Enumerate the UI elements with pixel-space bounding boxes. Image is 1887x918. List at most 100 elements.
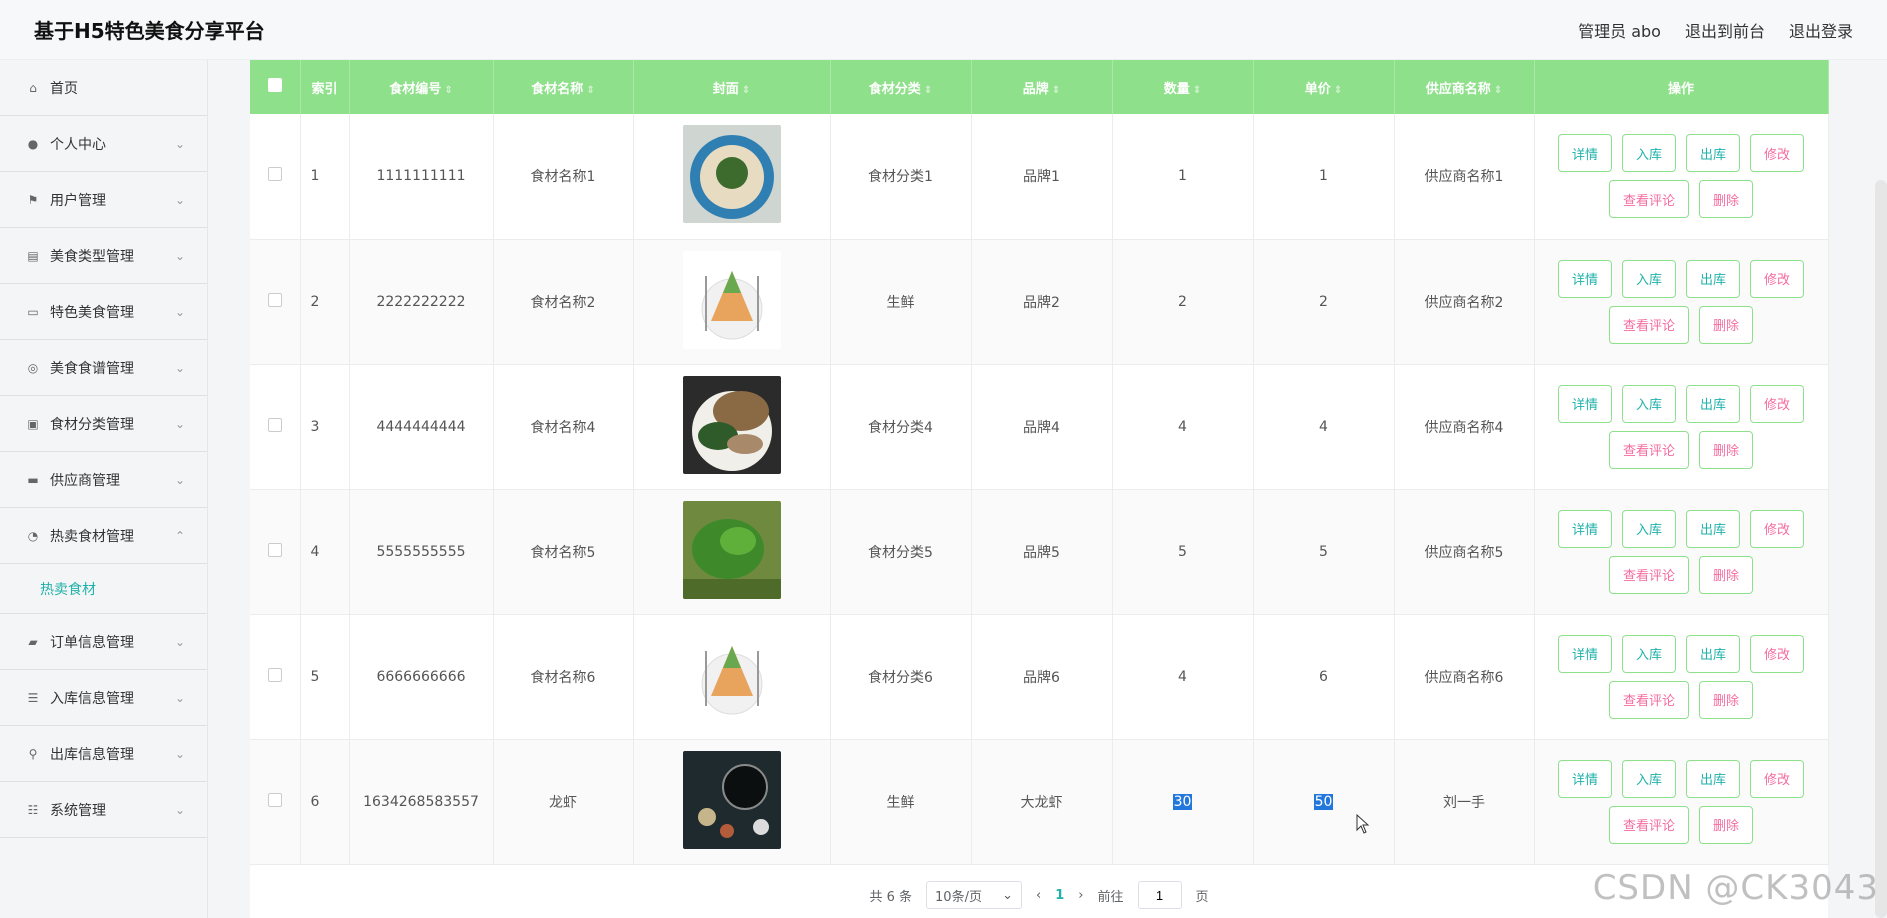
delete-button[interactable]: 删除 [1699,805,1754,844]
sidebar-subitem-hot-ingredients[interactable]: 热卖食材 [0,564,207,614]
delete-button[interactable]: 删除 [1699,430,1754,469]
detail-button[interactable]: 详情 [1557,259,1612,298]
detail-button[interactable]: 详情 [1557,759,1612,798]
sort-icon[interactable]: ⇕ [1494,85,1502,96]
stock-out-button[interactable]: 出库 [1686,509,1741,548]
view-comments-button[interactable]: 查看评论 [1608,805,1689,844]
cell-value: 3 [310,418,320,435]
stock-in-button[interactable]: 入库 [1621,384,1676,423]
view-comments-button[interactable]: 查看评论 [1608,680,1689,719]
column-header[interactable]: 操作 [1534,60,1829,114]
stock-in-button[interactable]: 入库 [1621,509,1676,548]
sort-icon[interactable]: ⇕ [1052,85,1060,96]
header-actions: 管理员 abo 退出到前台 退出登录 [1578,18,1853,42]
stock-out-button[interactable]: 出库 [1686,759,1741,798]
sidebar-item[interactable]: ▰ 订单信息管理 ⌄ [0,614,207,670]
detail-button[interactable]: 详情 [1557,134,1612,173]
sidebar-item[interactable]: ☰ 入库信息管理 ⌄ [0,670,207,726]
table-row[interactable]: 5 6666666666 食材名称6 食材分类6 品牌6 4 6 供应商名称6 详情 入库 出库 修改… [250,614,1829,740]
row-checkbox[interactable] [267,292,282,307]
app-title: 基于H5特色美食分享平台 [34,19,265,43]
column-header[interactable]: 食材编号 ⇕ [349,60,494,114]
edit-button[interactable]: 修改 [1750,759,1805,798]
sidebar-item[interactable]: ▤ 美食类型管理 ⌄ [0,228,207,284]
view-comments-button[interactable]: 查看评论 [1608,555,1689,594]
row-select-cell [250,239,301,365]
sidebar-item[interactable]: ▬ 供应商管理 ⌄ [0,452,207,508]
column-header[interactable]: 封面 ⇕ [633,60,831,114]
table-row[interactable]: 1 1111111111 食材名称1 食材分类1 品牌1 1 1 供应商名称1 详情 入库 出库 修改… [250,114,1829,240]
delete-button[interactable]: 删除 [1699,305,1754,344]
edit-button[interactable]: 修改 [1750,134,1805,173]
view-comments-button[interactable]: 查看评论 [1608,430,1689,469]
page-scrollbar[interactable] [1875,180,1887,918]
next-page-button[interactable]: › [1078,888,1083,903]
sidebar-item[interactable]: ◔ 热卖食材管理 ⌃ [0,508,207,564]
table-row[interactable]: 6 1634268583557 龙虾 生鲜 大龙虾 30 50 刘一手 详情 入库 出库 修改 查看评论… [250,739,1829,865]
cell-code: 1634268583557 [349,739,494,865]
chevron-down-icon: ⌄ [1002,887,1014,903]
stock-out-button[interactable]: 出库 [1686,384,1741,423]
cell-category: 食材分类6 [830,614,972,740]
row-checkbox[interactable] [267,667,282,682]
row-checkbox[interactable] [267,792,282,807]
cell-qty: 2 [1112,239,1254,365]
cell-brand: 品牌4 [971,364,1113,490]
delete-button[interactable]: 删除 [1699,680,1754,719]
column-header[interactable]: 品牌 ⇕ [971,60,1113,114]
sort-icon[interactable]: ⇕ [924,85,932,96]
delete-button[interactable]: 删除 [1699,555,1754,594]
column-header[interactable]: 数量 ⇕ [1112,60,1254,114]
stock-out-button[interactable]: 出库 [1686,259,1741,298]
table-row[interactable]: 2 2222222222 食材名称2 生鲜 品牌2 2 2 供应商名称2 详情 入库 出库 修改 查看评… [250,239,1829,365]
column-header[interactable]: 食材名称 ⇕ [493,60,634,114]
detail-button[interactable]: 详情 [1557,509,1612,548]
current-page[interactable]: 1 [1055,888,1064,903]
goto-page-input[interactable] [1137,881,1182,909]
sort-icon[interactable]: ⇕ [1193,85,1201,96]
column-header[interactable]: 索引 [300,60,350,114]
sort-icon[interactable]: ⇕ [444,85,452,96]
detail-button[interactable]: 详情 [1557,634,1612,673]
row-checkbox[interactable] [267,167,282,182]
sidebar-item[interactable]: ▭ 特色美食管理 ⌄ [0,284,207,340]
cell-index: 5 [300,614,350,740]
edit-button[interactable]: 修改 [1750,509,1805,548]
select-all-checkbox[interactable] [267,78,282,92]
table-row[interactable]: 4 5555555555 食材名称5 食材分类5 品牌5 5 5 供应商名称5 详情 入库 出库 修改… [250,489,1829,615]
back-to-front-link[interactable]: 退出到前台 [1685,18,1765,42]
sort-icon[interactable]: ⇕ [1334,85,1342,96]
sidebar-item[interactable]: ⌂ 首页 [0,60,207,116]
sidebar-item[interactable]: ⚲ 出库信息管理 ⌄ [0,726,207,782]
sidebar-item[interactable]: ● 个人中心 ⌄ [0,116,207,172]
page-size-select[interactable]: 10条/页 ⌄ [926,881,1023,909]
stock-in-button[interactable]: 入库 [1621,759,1676,798]
prev-page-button[interactable]: ‹ [1036,888,1041,903]
sort-icon[interactable]: ⇕ [742,85,750,96]
sidebar-item[interactable]: ⚑ 用户管理 ⌄ [0,172,207,228]
stock-in-button[interactable]: 入库 [1621,134,1676,173]
delete-button[interactable]: 删除 [1699,180,1754,219]
edit-button[interactable]: 修改 [1750,259,1805,298]
column-header[interactable]: 供应商名称 ⇕ [1394,60,1535,114]
view-comments-button[interactable]: 查看评论 [1608,305,1689,344]
row-checkbox[interactable] [267,542,282,557]
sort-icon[interactable]: ⇕ [586,85,594,96]
sidebar-item[interactable]: ☷ 系统管理 ⌄ [0,782,207,838]
detail-button[interactable]: 详情 [1557,384,1612,423]
sidebar-item[interactable]: ◎ 美食食谱管理 ⌄ [0,340,207,396]
row-checkbox[interactable] [267,417,282,432]
stock-out-button[interactable]: 出库 [1686,134,1741,173]
edit-button[interactable]: 修改 [1750,634,1805,673]
column-header[interactable]: 食材分类 ⇕ [830,60,972,114]
stock-out-button[interactable]: 出库 [1686,634,1741,673]
edit-button[interactable]: 修改 [1750,384,1805,423]
column-header[interactable]: 单价 ⇕ [1253,60,1395,114]
view-comments-button[interactable]: 查看评论 [1608,180,1689,219]
page-size-value: 10条/页 [935,889,982,905]
table-row[interactable]: 3 4444444444 食材名称4 食材分类4 品牌4 4 4 供应商名称4 详情 入库 出库 修改… [250,364,1829,490]
stock-in-button[interactable]: 入库 [1621,634,1676,673]
sidebar-item[interactable]: ▣ 食材分类管理 ⌄ [0,396,207,452]
stock-in-button[interactable]: 入库 [1621,259,1676,298]
logout-link[interactable]: 退出登录 [1789,18,1853,42]
